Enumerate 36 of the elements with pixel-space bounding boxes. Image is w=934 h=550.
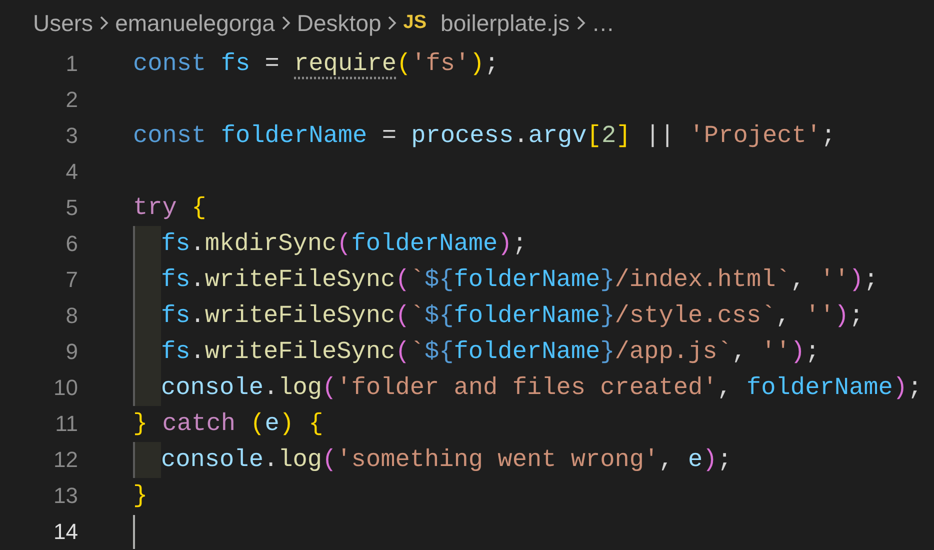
line-number: 13 xyxy=(52,483,79,509)
chevron-icon xyxy=(99,15,110,31)
breadcrumb-more[interactable]: … xyxy=(592,10,615,36)
code-line: fs.writeFileSync(`${folderName}/app.js`, ''); xyxy=(161,338,820,366)
chevron-icon xyxy=(280,15,291,31)
code-line: const fs = require('fs'); xyxy=(133,50,499,78)
code-line: const folderName = process.argv[2] || 'Project'; xyxy=(133,122,836,150)
breadcrumb-item[interactable]: Users xyxy=(33,10,94,36)
code-line: fs.writeFileSync(`${folderName}/style.css`, ''); xyxy=(161,302,864,330)
line-number: 14 xyxy=(52,519,79,545)
line-number: 5 xyxy=(64,195,79,221)
line-number: 2 xyxy=(64,87,79,113)
code-line: try { xyxy=(133,194,206,222)
chevron-icon xyxy=(576,15,586,31)
line-number: 6 xyxy=(64,231,79,257)
code-line: console.log('folder and files created', folderName); xyxy=(161,374,922,402)
breadcrumb-item[interactable]: Desktop xyxy=(296,10,382,36)
line-number: 10 xyxy=(52,375,79,401)
line-number: 9 xyxy=(64,339,79,365)
code-line: console.log('something went wrong', e); xyxy=(161,446,732,474)
breadcrumb-item[interactable]: emanuelegorga xyxy=(115,10,275,36)
breadcrumb-item[interactable]: boilerplate.js xyxy=(440,10,570,36)
code-line: fs.mkdirSync(folderName); xyxy=(161,230,527,258)
file-type-label: JS xyxy=(403,12,427,34)
line-number: 8 xyxy=(64,303,79,329)
code-line: } catch (e) { xyxy=(133,410,324,438)
line-number: 3 xyxy=(64,123,79,149)
code-line: } xyxy=(133,482,148,510)
line-number: 1 xyxy=(64,51,79,77)
chevron-icon xyxy=(387,15,398,31)
line-number: 7 xyxy=(64,267,79,293)
line-number: 12 xyxy=(52,447,79,473)
line-number: 4 xyxy=(64,159,79,185)
line-number: 11 xyxy=(54,411,79,437)
text-cursor xyxy=(133,515,135,549)
code-line: fs.writeFileSync(`${folderName}/index.html`, ''); xyxy=(161,266,878,294)
